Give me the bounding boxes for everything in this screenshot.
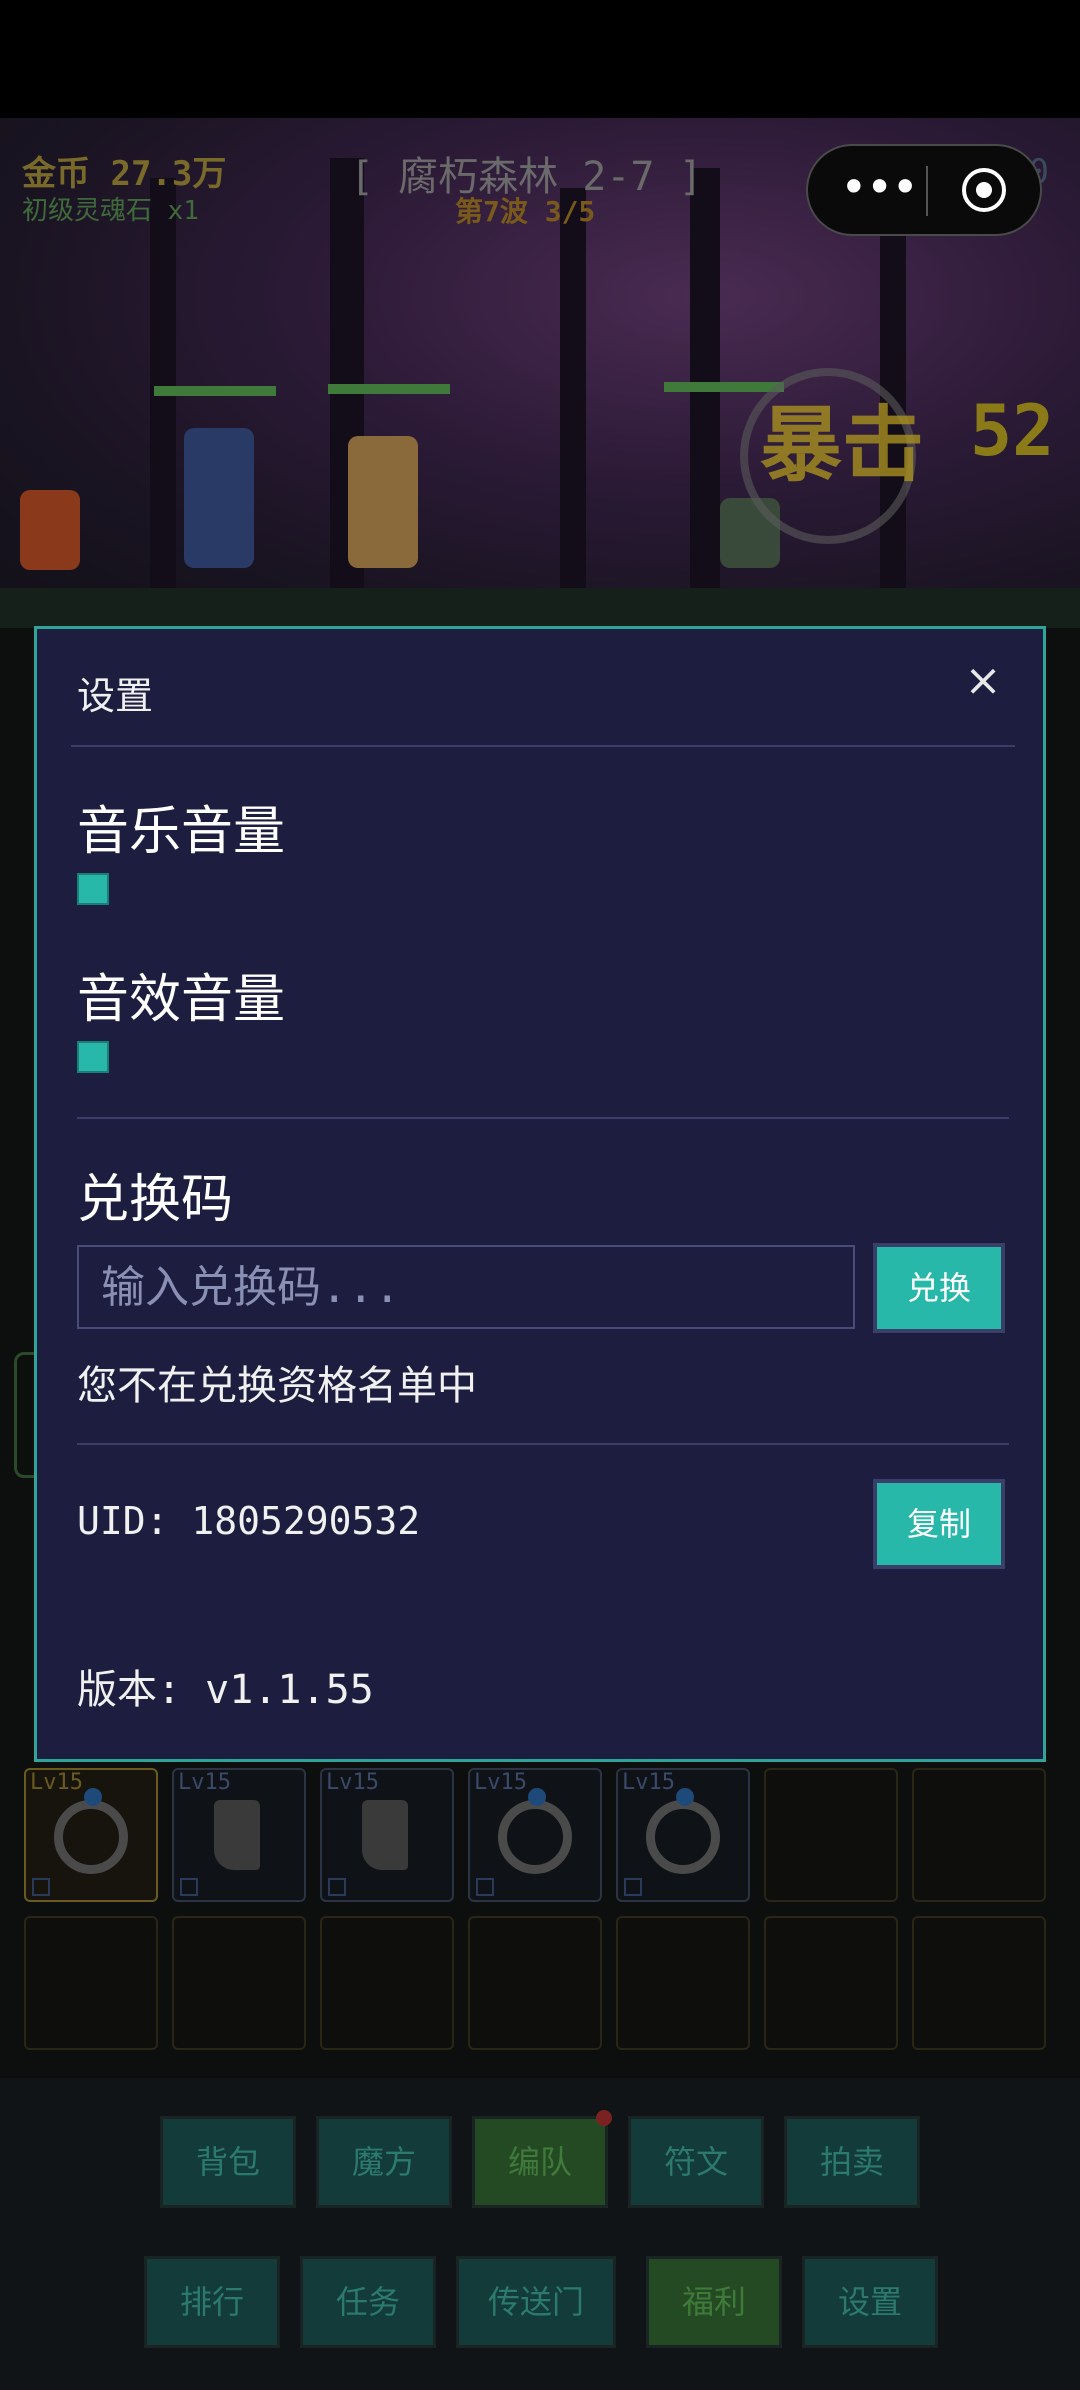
inventory-slot[interactable]: Lv15 [468, 1768, 602, 1902]
inventory-slot[interactable] [616, 1916, 750, 2050]
redeem-status-message: 您不在兑换资格名单中 [77, 1363, 477, 1409]
wave-counter: 第7波 3/5 [455, 195, 596, 228]
target-icon[interactable] [962, 168, 1006, 212]
uid-text: UID: 1805290532 [77, 1499, 421, 1543]
gem-icon [676, 1788, 694, 1806]
ground [0, 588, 1080, 628]
nav-rune-button[interactable]: 符文 [628, 2116, 764, 2208]
checkbox-icon [624, 1878, 642, 1896]
boot-icon [214, 1800, 260, 1870]
nav-bag-button[interactable]: 背包 [160, 2116, 296, 2208]
inventory-slot[interactable]: Lv15 [320, 1768, 454, 1902]
tree [560, 188, 586, 598]
slot-level: Lv15 [326, 1770, 379, 1795]
inventory-slot[interactable] [468, 1916, 602, 2050]
status-bar [0, 0, 1080, 118]
slot-level: Lv15 [30, 1770, 83, 1795]
notification-dot [596, 2110, 612, 2126]
nav-welfare-button[interactable]: 福利 [646, 2256, 782, 2348]
nav-settings-button[interactable]: 设置 [802, 2256, 938, 2348]
soul-stone-counter: 初级灵魂石 x1 [22, 196, 199, 226]
checkbox-icon [476, 1878, 494, 1896]
inventory-slot[interactable] [764, 1916, 898, 2050]
target-dot [976, 182, 992, 198]
inventory-slot[interactable] [764, 1768, 898, 1902]
nav-portal-button[interactable]: 传送门 [456, 2256, 616, 2348]
checkbox-icon [328, 1878, 346, 1896]
nav-cube-button[interactable]: 魔方 [316, 2116, 452, 2208]
dialog-title: 设置 [77, 674, 154, 718]
inventory-slot[interactable] [320, 1916, 454, 2050]
gem-icon [528, 1788, 546, 1806]
pet-dragon [20, 490, 80, 570]
sfx-volume-slider[interactable] [77, 1041, 109, 1073]
ring-icon [54, 1800, 128, 1874]
slot-level: Lv15 [178, 1770, 231, 1795]
close-icon[interactable]: × [961, 659, 1005, 703]
music-volume-slider[interactable] [77, 873, 109, 905]
inventory-slot[interactable]: Lv15 [24, 1768, 158, 1902]
miniprogram-capsule: ••• [806, 144, 1042, 236]
nav-team-button[interactable]: 编队 [472, 2116, 608, 2208]
divider [71, 745, 1015, 747]
inventory-slot[interactable] [912, 1768, 1046, 1902]
checkbox-icon [32, 1878, 50, 1896]
divider [77, 1443, 1009, 1445]
inventory-slot[interactable] [912, 1916, 1046, 2050]
inventory-slot[interactable]: Lv15 [172, 1768, 306, 1902]
nav-rank-button[interactable]: 排行 [144, 2256, 280, 2348]
more-dots-icon[interactable]: ••• [840, 164, 919, 210]
crit-damage: 52 [970, 390, 1055, 472]
capsule-divider [926, 166, 928, 216]
gem-icon [84, 1788, 102, 1806]
hero-knight [348, 436, 418, 568]
slot-level: Lv15 [622, 1770, 675, 1795]
sfx-volume-label: 音效音量 [77, 970, 286, 1030]
nav-task-button[interactable]: 任务 [300, 2256, 436, 2348]
version-text: 版本: v1.1.55 [77, 1667, 374, 1713]
nav-auction-button[interactable]: 拍卖 [784, 2116, 920, 2208]
hp-bar [328, 384, 450, 394]
crit-label: 暴击 [760, 398, 925, 493]
inventory-slot[interactable] [24, 1916, 158, 2050]
music-volume-label: 音乐音量 [77, 802, 286, 862]
ring-icon [498, 1800, 572, 1874]
settings-dialog: 设置 × 音乐音量 音效音量 兑换码 兑换 您不在兑换资格名单中 UID: 18… [34, 626, 1046, 1762]
checkbox-icon [180, 1878, 198, 1896]
inventory-slot[interactable] [172, 1916, 306, 2050]
boot-icon [362, 1800, 408, 1870]
inventory-slot[interactable]: Lv15 [616, 1768, 750, 1902]
hp-bar [154, 386, 276, 396]
redeem-button[interactable]: 兑换 [873, 1243, 1005, 1333]
hero-mage [184, 428, 254, 568]
gold-counter: 金币 27.3万 [22, 154, 227, 194]
copy-uid-button[interactable]: 复制 [873, 1479, 1005, 1569]
slot-level: Lv15 [474, 1770, 527, 1795]
redeem-code-input[interactable] [77, 1245, 855, 1329]
ring-icon [646, 1800, 720, 1874]
redeem-code-label: 兑换码 [77, 1170, 234, 1230]
divider [77, 1117, 1009, 1119]
